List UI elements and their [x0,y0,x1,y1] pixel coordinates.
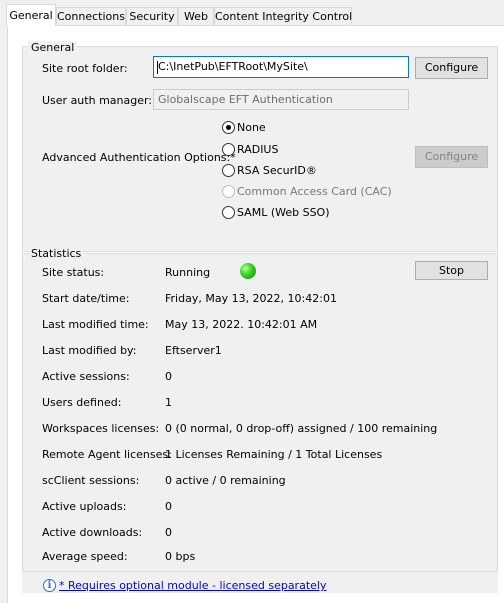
radio-none-label[interactable]: None [237,121,266,135]
user-auth-label: User auth manager: [42,94,153,107]
configure-advanced-auth-button[interactable]: Configure [415,146,488,168]
stat-label: Active downloads: [42,526,143,539]
radio-none[interactable] [222,121,235,134]
stat-value: 0 bps [165,550,196,563]
radio-rsa-securid[interactable] [222,164,235,177]
general-legend: General [28,41,78,54]
radio-radius[interactable] [222,143,235,156]
stat-value: Eftserver1 [165,344,222,357]
stat-label: Active uploads: [42,500,127,513]
advanced-auth-label: Advanced Authentication Options:* [42,151,236,164]
tab-general[interactable]: General [6,4,56,26]
stat-label: Remote Agent licenses: [42,448,172,461]
stop-button[interactable]: Stop [415,261,488,280]
stat-value: 1 [165,396,172,409]
stat-value: Running [165,266,211,279]
radio-cac[interactable] [222,185,235,198]
info-icon: i [43,579,56,592]
stat-label: Site status: [42,266,105,279]
stat-value: 0 [165,370,172,383]
radio-rsa-securid-label[interactable]: RSA SecurID® [237,164,317,178]
user-auth-field: Globalscape EFT Authentication [153,89,409,110]
radio-saml[interactable] [222,206,235,219]
stat-label: Active sessions: [42,370,130,383]
site-root-value: C:\InetPub\EFTRoot\MySite\ [158,60,308,73]
stat-label: scClient sessions: [42,474,140,487]
tab-connections[interactable]: Connections [56,7,126,25]
stat-value: 0 [165,500,172,513]
configure-site-root-button[interactable]: Configure [415,57,488,79]
tab-security[interactable]: Security [126,7,178,25]
radio-cac-label: Common Access Card (CAC) [237,185,392,198]
site-root-label: Site root folder: [42,62,128,75]
optional-module-link[interactable]: * Requires optional module - licensed se… [59,579,326,593]
tab-web[interactable]: Web [178,7,214,25]
tab-panel-general: General Site root folder: C:\InetPub\EFT… [7,25,504,603]
stat-value: 1 Licenses Remaining / 1 Total Licenses [165,448,383,461]
radio-saml-label[interactable]: SAML (Web SSO) [237,206,330,220]
statistics-legend: Statistics [28,247,85,260]
radio-selected-dot [226,125,231,130]
stat-label: Last modified by: [42,344,137,357]
stat-label: Users defined: [42,396,122,409]
stat-label: Last modified time: [42,318,149,331]
stat-label: Workspaces licenses: [42,422,160,435]
status-running-icon [240,263,256,279]
stat-value: 0 [165,526,172,539]
tab-content-integrity-control[interactable]: Content Integrity Control [214,7,352,25]
stat-value: 0 active / 0 remaining [165,474,286,487]
stat-value: 0 (0 normal, 0 drop-off) assigned / 100 … [165,422,438,435]
stat-value: Friday, May 13, 2022, 10:42:01 [165,292,337,305]
stat-label: Start date/time: [42,292,130,305]
site-root-input[interactable]: C:\InetPub\EFTRoot\MySite\ [153,56,409,78]
stat-label: Average speed: [42,550,128,563]
text-caret [157,61,158,74]
radio-radius-label[interactable]: RADIUS [237,143,278,157]
stat-value: May 13, 2022. 10:42:01 AM [165,318,318,331]
